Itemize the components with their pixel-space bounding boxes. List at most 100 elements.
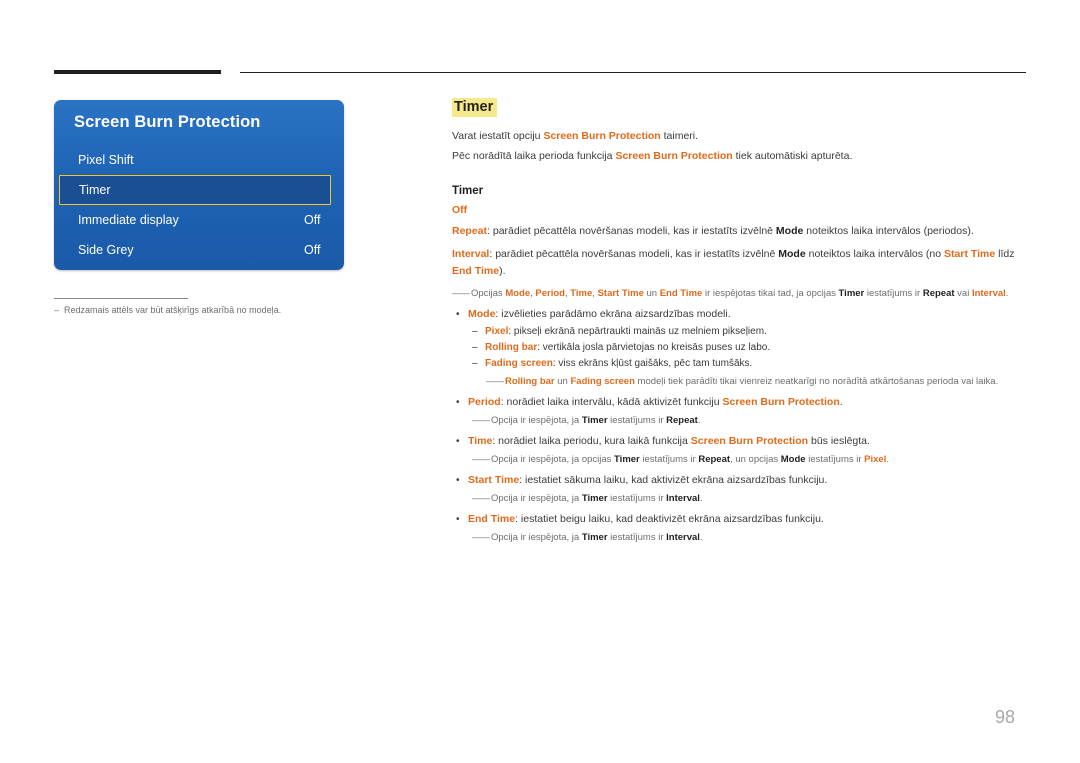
note-end-t2: iestatījums ir [607, 532, 667, 543]
note-opt-t9: . [1005, 288, 1009, 299]
note-start-t1: Opcija ir iespējota, ja [491, 493, 582, 504]
intro-1-bold: Screen Burn Protection [543, 130, 661, 142]
note-time: ―― Opcija ir iespējota, ja opcijas Timer … [452, 452, 1026, 468]
menu-item-value: Off [304, 213, 321, 227]
note-period: ―― Opcija ir iespējota, ja Timer iestatīj… [452, 413, 1026, 429]
bullet-period-t1: : norādiet laika intervālu, kādā aktiviz… [500, 396, 723, 408]
header-rule-thick [54, 70, 221, 74]
note-time-b3: Mode [780, 454, 806, 465]
option-repeat-t2: noteiktos laika intervālos (periodos). [803, 225, 974, 237]
section-heading-timer: Timer [452, 185, 484, 197]
note-opt-b1: Mode [505, 288, 531, 299]
note-mode-t2: modeļi tiek parādīti tikai vienreiz neat… [634, 376, 999, 387]
note-opt-b8: Interval [971, 288, 1006, 299]
option-interval-b1: Mode [778, 248, 806, 260]
note-opt-t8: vai [954, 288, 972, 299]
bullet-time-t1: : norādiet laika periodu, kura laikā fun… [492, 435, 691, 447]
note-mode-b1: Rolling bar [505, 376, 555, 387]
option-interval-term: Interval [452, 248, 490, 260]
menu-item-side-grey[interactable]: Side Grey Off [54, 235, 344, 265]
bullet-period-b1: Screen Burn Protection [722, 396, 840, 408]
bullet-end-time-term: End Time [468, 513, 516, 525]
note-period-t1: Opcija ir iespējota, ja [491, 415, 582, 426]
intro-2-bold: Screen Burn Protection [615, 150, 733, 162]
sub-bullet-rolling-bar: – Rolling bar: vertikāla josla pārvietoja… [452, 340, 1026, 356]
bullet-period-term: Period [468, 396, 501, 408]
bullet-icon: • [456, 514, 460, 525]
bullet-end-time: • End Time: iestatiet beigu laiku, kad de… [452, 511, 1026, 528]
sub-bullet-rolling-text: : vertikāla josla pārvietojas no kreisās… [537, 342, 771, 353]
note-end-t1: Opcija ir iespējota, ja [491, 532, 582, 543]
intro-2-post: tiek automātiski apturēta. [732, 150, 853, 162]
intro-paragraph-1: Varat iestatīt opciju Screen Burn Protec… [452, 127, 1026, 145]
sub-bullet-rolling-term: Rolling bar [485, 342, 538, 353]
note-dash-icon: ―― [452, 288, 470, 299]
intro-1-pre: Varat iestatīt opciju [452, 130, 544, 142]
menu-item-pixel-shift[interactable]: Pixel Shift [54, 145, 344, 175]
bullet-mode-text: : izvēlieties parādāmo ekrāna aizsardzīb… [495, 308, 731, 320]
bullet-start-time-text: : iestatiet sākuma laiku, kad aktivizēt … [519, 474, 828, 486]
menu-item-label: Timer [79, 183, 111, 197]
option-interval-t3: līdz [995, 248, 1015, 260]
bullet-icon: • [456, 475, 460, 486]
note-opt-t7: iestatījums ir [864, 288, 923, 299]
note-start-b2: Interval [666, 493, 700, 504]
sub-bullet-fading-term: Fading screen [485, 358, 553, 369]
note-end-time: ―― Opcija ir iespējota, ja Timer iestatīj… [452, 530, 1026, 546]
option-repeat: Repeat: parādiet pēcattēla novēršanas mo… [452, 223, 1026, 240]
option-repeat-term: Repeat [452, 225, 488, 237]
note-dash-icon: ―― [486, 376, 504, 387]
note-opt-b5: End Time [659, 288, 703, 299]
dash-icon: – [472, 326, 478, 337]
note-start-time: ―― Opcija ir iespējota, ja Timer iestatīj… [452, 491, 1026, 507]
option-interval-b2: Start Time [944, 248, 996, 260]
option-interval: Interval: parādiet pēcattēla novēršanas … [452, 246, 1026, 280]
note-time-b4: Pixel [864, 454, 887, 465]
note-mode-patterns: ―― Rolling bar un Fading screen modeļi ti… [452, 374, 1026, 390]
footnote: – Redzamais attēls var būt atšķirīgs atka… [54, 305, 474, 315]
menu-title: Screen Burn Protection [74, 113, 261, 131]
bullet-period-t2: . [839, 396, 843, 408]
bullet-icon: • [456, 436, 460, 447]
note-period-t3: . [697, 415, 701, 426]
note-time-t4: iestatījums ir [805, 454, 865, 465]
bullet-time: • Time: norādiet laika periodu, kura laik… [452, 433, 1026, 450]
note-period-t2: iestatījums ir [607, 415, 667, 426]
note-time-t1: Opcija ir iespējota, ja opcijas [491, 454, 615, 465]
bullet-time-b1: Screen Burn Protection [690, 435, 809, 447]
menu-item-immediate-display[interactable]: Immediate display Off [54, 205, 344, 235]
note-time-t2: iestatījums ir [639, 454, 699, 465]
option-repeat-b1: Mode [775, 225, 804, 237]
menu-item-label: Immediate display [78, 213, 179, 227]
note-opt-t5: un [643, 288, 660, 299]
note-end-t3: . [699, 532, 703, 543]
screen-burn-protection-menu: Screen Burn Protection Pixel Shift Timer… [54, 100, 344, 270]
menu-row-list: Pixel Shift Timer Immediate display Off … [54, 145, 344, 265]
bullet-mode-term: Mode [468, 308, 496, 320]
footnote-dash: – [54, 305, 60, 315]
option-interval-t1: : parādiet pēcattēla novēršanas modeli, … [489, 248, 779, 260]
menu-item-timer[interactable]: Timer [59, 175, 331, 205]
dash-icon: – [472, 358, 478, 369]
bullet-icon: • [456, 397, 460, 408]
bullet-icon: • [456, 309, 460, 320]
sub-bullet-fading-text: : viss ekrāns kļūst gaišāks, pēc tam tum… [552, 358, 753, 369]
note-start-b1: Timer [581, 493, 608, 504]
bullet-end-time-text: : iestatiet beigu laiku, kad deaktivizēt… [515, 513, 824, 525]
note-time-t5: . [886, 454, 889, 465]
note-start-t3: . [699, 493, 703, 504]
menu-item-value: Off [304, 243, 321, 257]
sub-bullet-pixel-text: : pikseļi ekrānā nepārtraukti mainās uz … [508, 326, 767, 337]
note-opt-b7: Repeat [922, 288, 955, 299]
bullet-start-time: • Start Time: iestatiet sākuma laiku, kad… [452, 472, 1026, 489]
note-dash-icon: ―― [472, 415, 490, 426]
intro-paragraph-2: Pēc norādītā laika perioda funkcija Scre… [452, 147, 1026, 165]
note-options-enabled: ―― Opcijas Mode, Period, Time, Start Time… [452, 286, 1026, 302]
note-end-b1: Timer [581, 532, 608, 543]
footnote-divider [54, 298, 188, 299]
note-dash-icon: ―― [472, 532, 490, 543]
note-dash-icon: ―― [472, 493, 490, 504]
option-interval-t4: ). [499, 265, 506, 277]
note-mode-t1: un [554, 376, 571, 387]
menu-item-label: Pixel Shift [78, 153, 134, 167]
